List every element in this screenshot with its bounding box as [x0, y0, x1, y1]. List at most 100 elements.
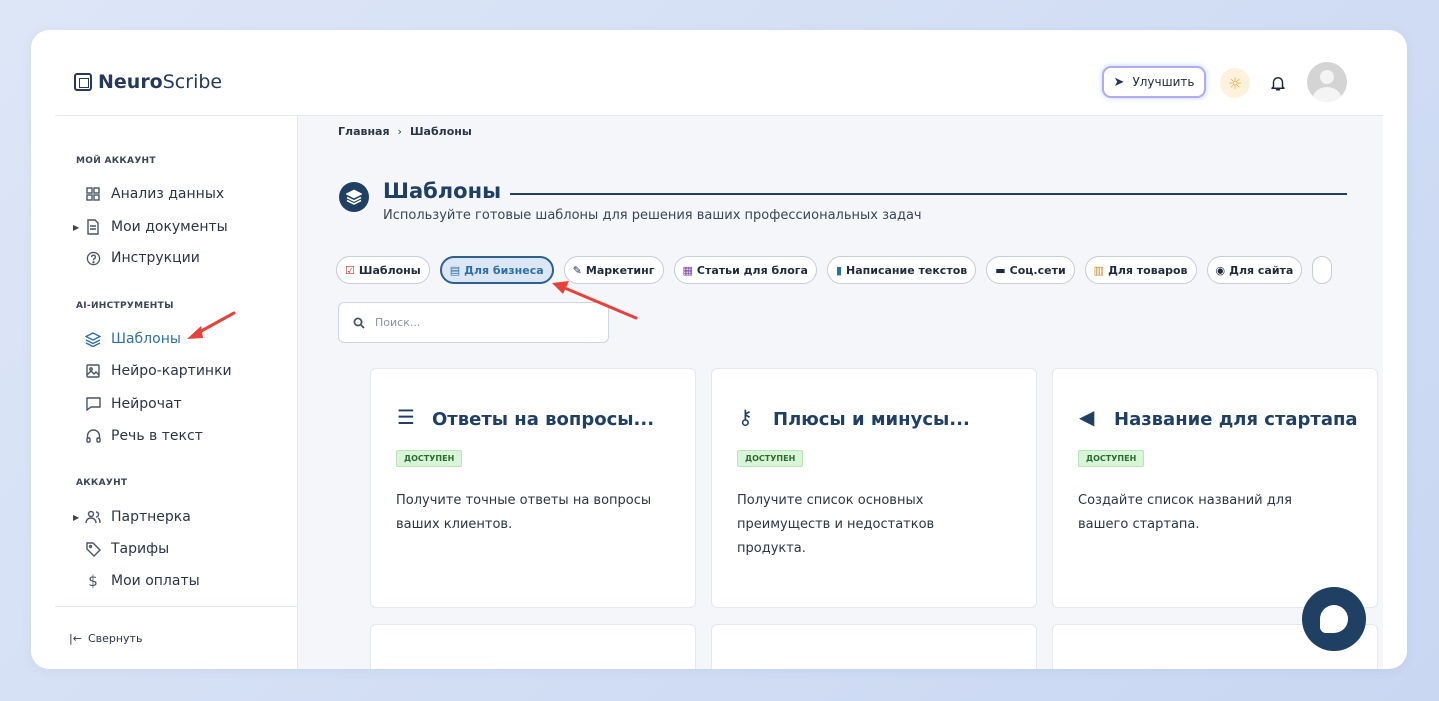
- sidebar-item-label: Инструкции: [111, 250, 200, 266]
- sidebar-item-label: Нейрочат: [111, 396, 182, 412]
- laptop-icon: ▬: [995, 263, 1006, 277]
- template-card[interactable]: [370, 624, 696, 669]
- filter-chip-business[interactable]: ▤ Для бизнеса: [439, 256, 554, 284]
- users-icon: [85, 509, 101, 525]
- breadcrumb-current: Шаблоны: [409, 125, 472, 138]
- filter-chip-copywriting[interactable]: ▮ Написание текстов: [826, 256, 977, 284]
- filter-label: Для товаров: [1108, 263, 1188, 277]
- memo-icon: ✎: [572, 263, 582, 277]
- filter-chip-products[interactable]: ▥ Для товаров: [1084, 256, 1197, 284]
- card-description: Получите точные ответы на вопросы ваших …: [396, 493, 652, 532]
- books-icon: ▦: [682, 263, 693, 277]
- page-subtitle: Используйте готовые шаблоны для решения …: [383, 208, 922, 223]
- upgrade-button[interactable]: ➤ Улучшить: [1102, 66, 1206, 98]
- search-input[interactable]: [375, 316, 595, 329]
- sidebar-item-instructions[interactable]: Инструкции: [85, 250, 200, 266]
- template-card[interactable]: ⚷ Плюсы и минусы... ДОСТУПЕН Получите сп…: [711, 368, 1037, 608]
- status-badge: ДОСТУПЕН: [737, 450, 804, 467]
- logo-bold-text: Neuro: [98, 71, 163, 93]
- filter-chip-social[interactable]: ▬ Соц.сети: [986, 256, 1075, 284]
- expand-caret-icon[interactable]: ▶: [73, 223, 79, 232]
- card-title: Плюсы и минусы...: [773, 409, 970, 430]
- chat-icon: [85, 396, 101, 412]
- sidebar-item-label: Шаблоны: [111, 331, 181, 347]
- sidebar-item-templates[interactable]: Шаблоны: [85, 331, 181, 347]
- card-description: Создайте список названий для вашего стар…: [1078, 493, 1292, 532]
- list-icon: ☰: [397, 405, 415, 429]
- filter-label: Соц.сети: [1009, 263, 1066, 277]
- sidebar-item-documents[interactable]: Мои документы: [85, 219, 228, 235]
- grid-icon: [85, 186, 101, 202]
- layers-icon: [339, 182, 369, 212]
- document-icon: [85, 219, 101, 235]
- filter-chip-marketing[interactable]: ✎ Маркетинг: [563, 256, 664, 284]
- filter-label: Для сайта: [1229, 263, 1294, 277]
- theme-toggle-button[interactable]: ☼: [1220, 68, 1250, 98]
- header: NeuroScribe ➤ Улучшить ☼: [31, 30, 1407, 115]
- notifications-button[interactable]: [1267, 72, 1289, 94]
- template-card[interactable]: [711, 624, 1037, 669]
- collapse-sidebar-button[interactable]: |← Свернуть: [69, 632, 142, 645]
- sidebar-item-label: Нейро-картинки: [111, 363, 232, 379]
- section-label-ai-tools: AI-ИНСТРУМЕНТЫ: [76, 301, 174, 311]
- filter-chip-more[interactable]: [1312, 256, 1333, 284]
- megaphone-icon: ◀: [1079, 405, 1095, 429]
- section-label-account: АККАУНТ: [76, 478, 128, 488]
- logo[interactable]: NeuroScribe: [74, 71, 222, 93]
- sidebar-item-tariffs[interactable]: Тарифы: [85, 541, 169, 557]
- logo-icon: [74, 73, 92, 91]
- breadcrumb: Главная › Шаблоны: [338, 125, 472, 138]
- filter-label: Маркетинг: [585, 263, 655, 277]
- image-icon: [85, 363, 101, 379]
- phone-icon: ▮: [835, 263, 843, 277]
- sidebar-item-speech-to-text[interactable]: Речь в текст: [85, 428, 203, 444]
- avatar[interactable]: [1307, 62, 1347, 102]
- breadcrumb-home[interactable]: Главная: [338, 125, 390, 138]
- dollar-icon: $: [88, 572, 98, 590]
- filter-label: Написание текстов: [846, 263, 968, 277]
- sidebar-item-label: Речь в текст: [111, 428, 203, 444]
- card-title: Название для стартапа: [1114, 409, 1358, 430]
- sun-icon: ☼: [1227, 73, 1243, 93]
- section-label-my-account: МОЙ АККАУНТ: [76, 156, 156, 166]
- category-filters: ☑ Шаблоны ▤ Для бизнеса ✎ Маркетинг ▦ Статьи…: [336, 256, 1333, 284]
- title-divider: [510, 193, 1347, 195]
- sidebar: МОЙ АККАУНТ Анализ данных ▶ Мои документ…: [55, 115, 298, 669]
- collapse-label: Свернуть: [87, 632, 143, 645]
- sidebar-item-neuro-images[interactable]: Нейро-картинки: [85, 363, 232, 379]
- logo-light-text: Scribe: [162, 71, 223, 93]
- sidebar-item-payments[interactable]: $ Мои оплаты: [85, 572, 199, 590]
- filter-label: Для бизнеса: [464, 263, 544, 277]
- expand-caret-icon[interactable]: ▶: [73, 513, 79, 522]
- filter-chip-templates[interactable]: ☑ Шаблоны: [336, 256, 430, 284]
- filter-label: Статьи для блога: [696, 263, 808, 277]
- sidebar-item-analytics[interactable]: Анализ данных: [85, 186, 224, 202]
- sidebar-item-label: Анализ данных: [111, 186, 225, 202]
- main-content: Главная › Шаблоны Шаблоны Используйте го…: [298, 115, 1383, 669]
- collapse-icon: |←: [69, 632, 82, 645]
- bell-icon: [1271, 77, 1285, 91]
- rocket-icon: ➤: [1113, 74, 1125, 90]
- sidebar-item-neurochat[interactable]: Нейрочат: [85, 396, 182, 412]
- checkbox-icon: ☑: [345, 263, 355, 277]
- key-icon: ⚷: [738, 405, 753, 429]
- filter-label: Шаблоны: [358, 263, 421, 277]
- status-badge: ДОСТУПЕН: [1078, 450, 1145, 467]
- sidebar-item-partner[interactable]: Партнерка: [85, 509, 191, 525]
- sidebar-item-label: Тарифы: [111, 541, 170, 557]
- help-icon: [85, 250, 101, 266]
- template-card[interactable]: ☰ Ответы на вопросы... ДОСТУПЕН Получите…: [370, 368, 696, 608]
- support-chat-button[interactable]: [1302, 587, 1366, 651]
- search-box[interactable]: [338, 302, 609, 343]
- sidebar-item-label: Партнерка: [111, 509, 191, 525]
- sidebar-divider: [55, 606, 298, 607]
- card-title: Ответы на вопросы...: [432, 409, 655, 430]
- filter-chip-website[interactable]: ◉ Для сайта: [1206, 256, 1303, 284]
- status-badge: ДОСТУПЕН: [396, 450, 463, 467]
- template-card[interactable]: ◀ Название для стартапа ДОСТУПЕН Создайт…: [1052, 368, 1378, 608]
- sidebar-item-label: Мои документы: [111, 219, 228, 235]
- filter-chip-blog[interactable]: ▦ Статьи для блога: [673, 256, 817, 284]
- page-title: Шаблоны: [383, 179, 502, 203]
- breadcrumb-separator: ›: [397, 125, 402, 138]
- ledger-icon: ▥: [1093, 263, 1105, 277]
